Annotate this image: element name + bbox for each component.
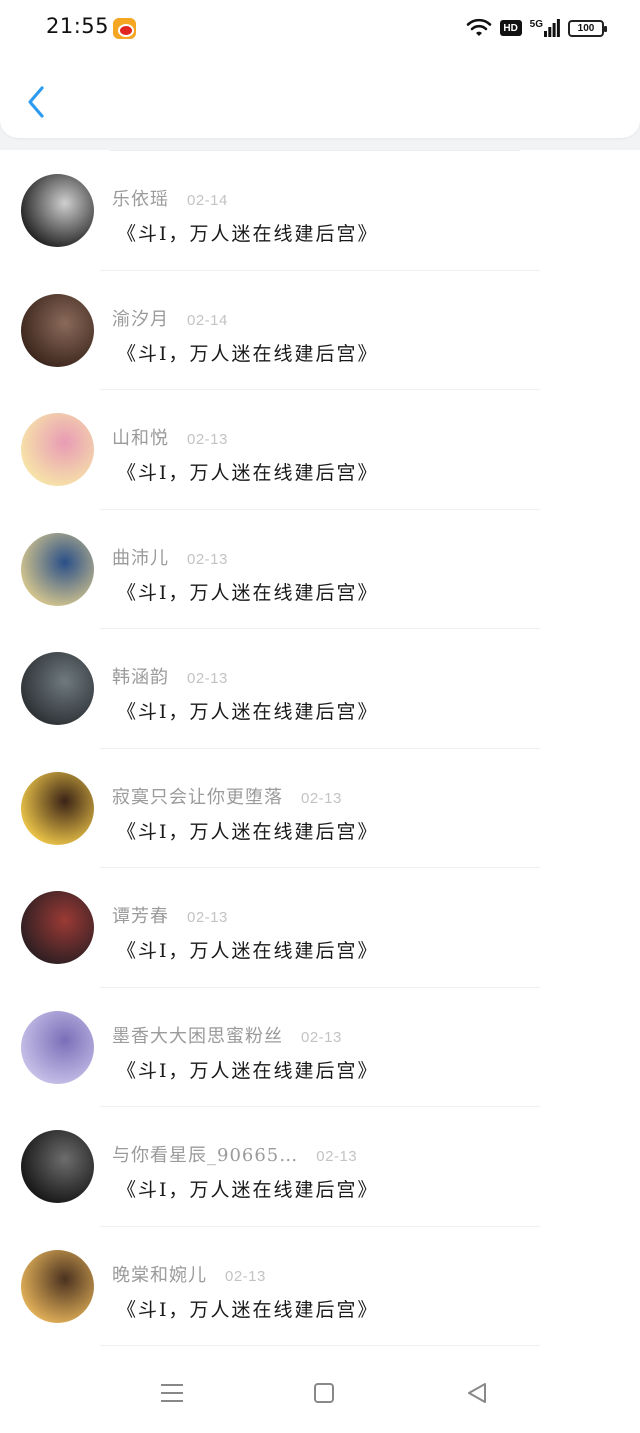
home-button[interactable] bbox=[309, 1378, 339, 1408]
list-item[interactable]: 谭芳春 02-13 《斗I，万人迷在线建后宫》 bbox=[0, 868, 640, 988]
name-line: 寂寞只会让你更堕落 02-13 bbox=[112, 783, 342, 809]
avatar[interactable] bbox=[21, 293, 94, 367]
avatar[interactable] bbox=[21, 1249, 94, 1323]
item-message: 《斗I，万人迷在线建后宫》 bbox=[117, 223, 379, 245]
status-bar: 21:55 HD 5G 100 bbox=[0, 0, 640, 56]
system-nav-bar bbox=[0, 1350, 640, 1433]
battery-indicator: 100 bbox=[568, 19, 607, 37]
back-button[interactable] bbox=[18, 80, 54, 124]
avatar[interactable] bbox=[21, 413, 94, 486]
fan-list: 乐依瑶 02-14 《斗I，万人迷在线建后宫》 渝汐月 02-14 《斗I，万人迷在线建后… bbox=[0, 150, 640, 1350]
cell-signal: 5G bbox=[530, 19, 560, 37]
item-message: 《斗I，万人迷在线建后宫》 bbox=[117, 581, 379, 604]
item-date: 02-13 bbox=[187, 431, 228, 448]
item-date: 02-13 bbox=[187, 909, 228, 926]
user-name[interactable]: 韩涵韵 bbox=[112, 663, 169, 689]
item-divider bbox=[100, 1345, 540, 1346]
avatar[interactable] bbox=[21, 652, 94, 725]
home-square-icon bbox=[314, 1383, 334, 1403]
recent-apps-button[interactable] bbox=[157, 1378, 187, 1408]
item-date: 02-13 bbox=[301, 789, 342, 807]
item-date: 02-14 bbox=[187, 192, 228, 209]
hd-badge: HD bbox=[499, 20, 522, 36]
item-message: 《斗I，万人迷在线建后宫》 bbox=[117, 1059, 379, 1082]
item-date: 02-13 bbox=[316, 1148, 358, 1165]
back-triangle-icon bbox=[468, 1383, 486, 1403]
avatar[interactable] bbox=[21, 771, 94, 845]
wifi-icon bbox=[466, 18, 491, 36]
name-line: 山和悦 02-13 bbox=[112, 424, 228, 450]
name-line: 与你看星辰_90665… 02-13 bbox=[112, 1141, 358, 1167]
user-name[interactable]: 与你看星辰_90665… bbox=[112, 1141, 298, 1167]
list-item[interactable]: 晚棠和婉儿 02-13 《斗I，万人迷在线建后宫》 bbox=[0, 1227, 640, 1346]
item-message: 《斗I，万人迷在线建后宫》 bbox=[117, 1179, 379, 1201]
name-line: 墨香大大困思蜜粉丝 02-13 bbox=[112, 1022, 342, 1048]
name-line: 韩涵韵 02-13 bbox=[112, 663, 228, 689]
avatar[interactable] bbox=[21, 174, 94, 247]
list-item[interactable]: 韩涵韵 02-13 《斗I，万人迷在线建后宫》 bbox=[0, 629, 640, 749]
item-date: 02-13 bbox=[187, 670, 228, 687]
signal-bars-icon bbox=[544, 19, 560, 37]
network-type-label: 5G bbox=[529, 19, 543, 30]
list-item[interactable]: 渝汐月 02-14 《斗I，万人迷在线建后宫》 bbox=[0, 271, 640, 390]
item-message: 《斗I，万人迷在线建后宫》 bbox=[117, 820, 379, 843]
user-name[interactable]: 渝汐月 bbox=[112, 305, 169, 331]
name-line: 渝汐月 02-14 bbox=[112, 305, 228, 331]
item-message: 《斗I，万人迷在线建后宫》 bbox=[117, 462, 379, 484]
avatar[interactable] bbox=[21, 532, 94, 606]
item-message: 《斗I，万人迷在线建后宫》 bbox=[117, 940, 379, 962]
list-item[interactable]: 墨香大大困思蜜粉丝 02-13 《斗I，万人迷在线建后宫》 bbox=[0, 988, 640, 1107]
item-message: 《斗I，万人迷在线建后宫》 bbox=[117, 701, 379, 723]
name-line: 乐依瑶 02-14 bbox=[112, 185, 228, 211]
chevron-left-icon bbox=[28, 86, 44, 118]
list-item[interactable]: 山和悦 02-13 《斗I，万人迷在线建后宫》 bbox=[0, 390, 640, 510]
avatar[interactable] bbox=[21, 1010, 94, 1084]
list-item[interactable]: 乐依瑶 02-14 《斗I，万人迷在线建后宫》 bbox=[0, 151, 640, 271]
name-line: 曲沛儿 02-13 bbox=[112, 544, 228, 570]
user-name[interactable]: 山和悦 bbox=[112, 424, 169, 450]
item-message: 《斗I，万人迷在线建后宫》 bbox=[117, 1298, 379, 1321]
weibo-notification-icon bbox=[113, 18, 136, 39]
list-item[interactable]: 寂寞只会让你更堕落 02-13 《斗I，万人迷在线建后宫》 bbox=[0, 749, 640, 868]
menu-lines-icon bbox=[161, 1384, 183, 1402]
name-line: 晚棠和婉儿 02-13 bbox=[112, 1261, 266, 1287]
avatar[interactable] bbox=[21, 891, 94, 964]
top-navbar bbox=[0, 56, 640, 138]
list-item[interactable]: 曲沛儿 02-13 《斗I，万人迷在线建后宫》 bbox=[0, 510, 640, 629]
avatar[interactable] bbox=[21, 1130, 94, 1203]
user-name[interactable]: 寂寞只会让你更堕落 bbox=[112, 783, 283, 809]
user-name[interactable]: 曲沛儿 bbox=[112, 544, 169, 570]
name-line: 谭芳春 02-13 bbox=[112, 902, 228, 928]
user-name[interactable]: 谭芳春 bbox=[112, 902, 169, 928]
user-name[interactable]: 墨香大大困思蜜粉丝 bbox=[112, 1022, 283, 1048]
item-date: 02-13 bbox=[187, 550, 228, 568]
status-time: 21:55 bbox=[46, 14, 110, 38]
system-back-button[interactable] bbox=[462, 1378, 492, 1408]
item-date: 02-13 bbox=[225, 1267, 266, 1285]
user-name[interactable]: 乐依瑶 bbox=[112, 185, 169, 211]
item-message: 《斗I，万人迷在线建后宫》 bbox=[117, 342, 379, 365]
status-indicators: HD 5G 100 bbox=[466, 16, 607, 40]
item-date: 02-14 bbox=[187, 311, 228, 329]
list-item[interactable]: 与你看星辰_90665… 02-13 《斗I，万人迷在线建后宫》 bbox=[0, 1107, 640, 1227]
user-name[interactable]: 晚棠和婉儿 bbox=[112, 1261, 207, 1287]
item-date: 02-13 bbox=[301, 1028, 342, 1046]
